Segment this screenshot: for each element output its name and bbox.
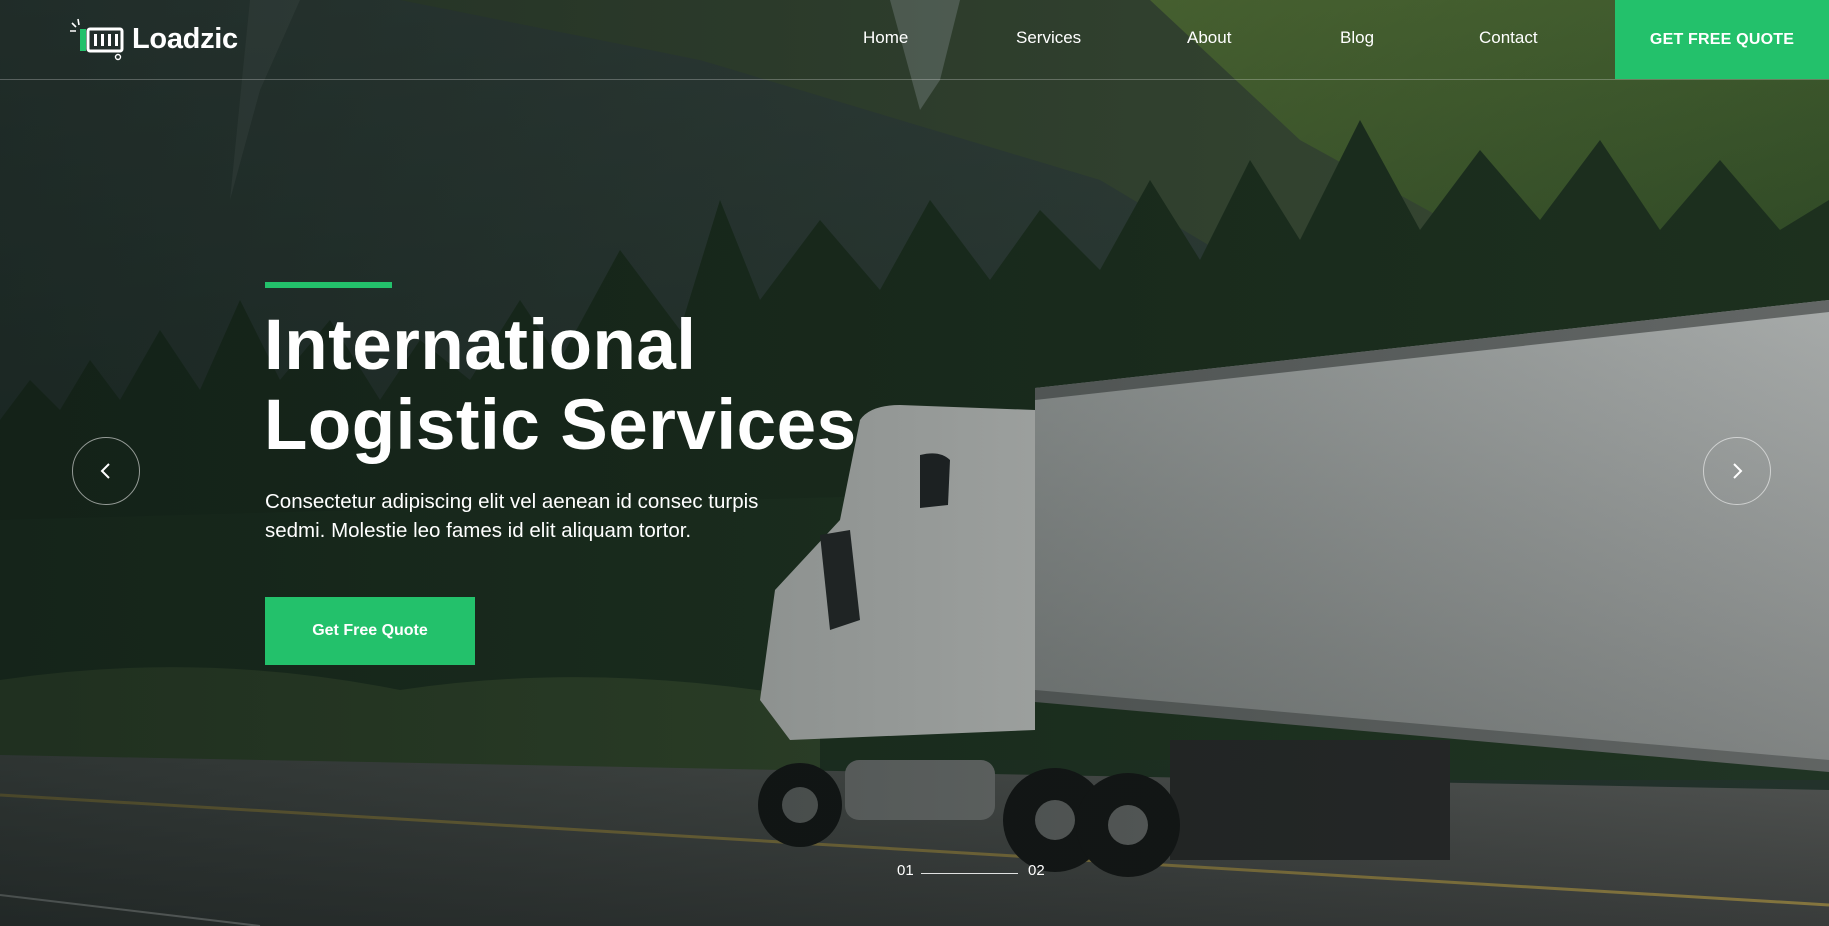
truck-container-logo-icon <box>70 18 124 61</box>
chevron-right-icon <box>1733 463 1743 479</box>
slider-next-button[interactable] <box>1703 437 1771 505</box>
hero-title-line-2: Logistic Services <box>264 386 857 465</box>
nav-item-home[interactable]: Home <box>863 28 908 48</box>
hero-title-line-1: International <box>264 306 697 385</box>
slide-pager-next[interactable]: 02 <box>1028 862 1045 879</box>
hero-title: International Logistic Services <box>264 306 857 466</box>
hero-subtitle-line-2: sedmi. Molestie leo fames id elit aliqua… <box>265 519 692 542</box>
nav-item-blog[interactable]: Blog <box>1340 28 1374 48</box>
site-header: Loadzic Home Services About Blog Contact… <box>0 0 1829 80</box>
chevron-left-icon <box>100 463 110 479</box>
slide-pager-progress-line <box>921 873 1018 874</box>
get-free-quote-header-button[interactable]: GET FREE QUOTE <box>1615 0 1829 79</box>
title-accent-bar <box>265 282 392 288</box>
nav-item-services[interactable]: Services <box>1016 28 1081 48</box>
hero-subtitle: Consectetur adipiscing elit vel aenean i… <box>265 487 845 545</box>
nav-item-contact[interactable]: Contact <box>1479 28 1538 48</box>
nav-item-about[interactable]: About <box>1187 28 1231 48</box>
logo-text: Loadzic <box>132 22 238 55</box>
hero-subtitle-line-1: Consectetur adipiscing elit vel aenean i… <box>265 490 759 513</box>
get-free-quote-hero-button[interactable]: Get Free Quote <box>265 597 475 665</box>
slide-pager-current[interactable]: 01 <box>897 862 914 879</box>
site-logo[interactable]: Loadzic <box>70 18 238 61</box>
slider-prev-button[interactable] <box>72 437 140 505</box>
